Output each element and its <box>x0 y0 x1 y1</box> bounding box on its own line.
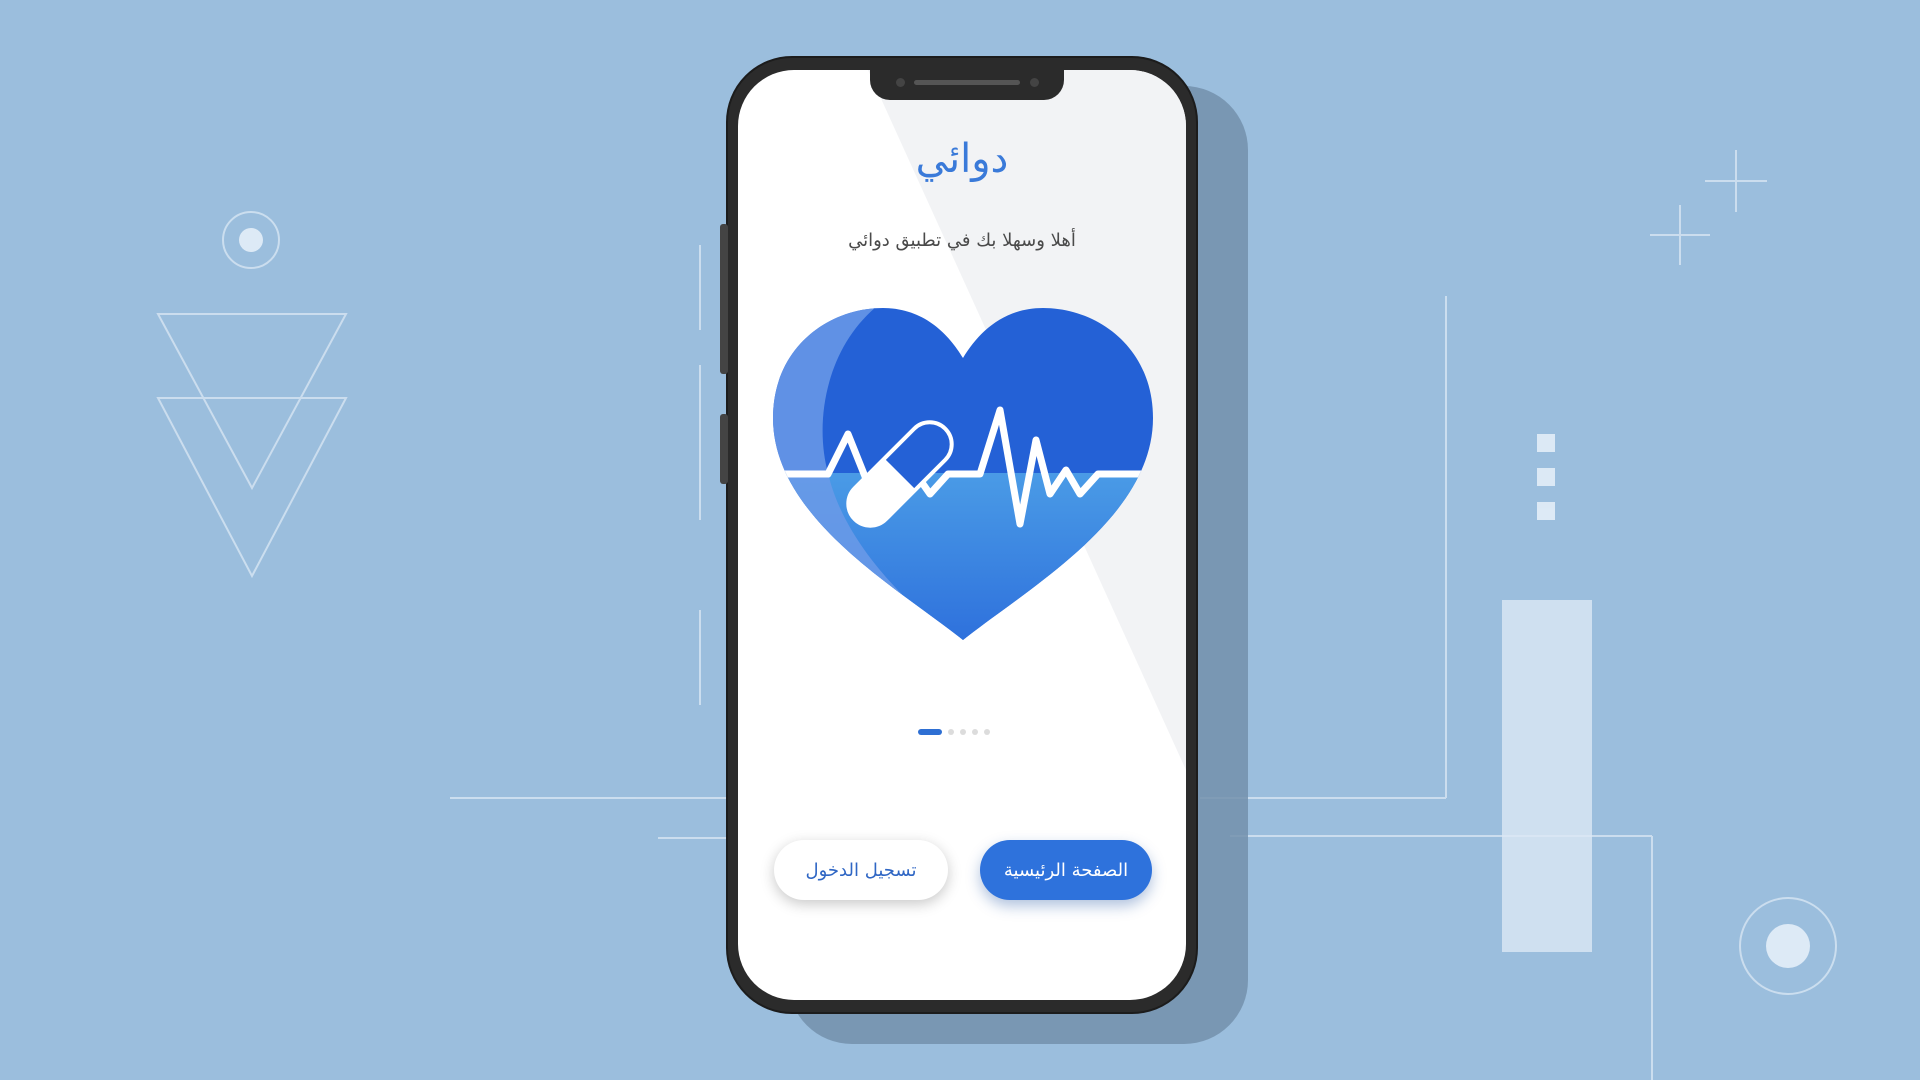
pagination-dot[interactable] <box>948 729 954 735</box>
phone-notch <box>870 70 1064 100</box>
phone-screen: دوائي أهلا وسهلا بك في تطبيق دوائي الصفح… <box>738 70 1186 1000</box>
camera-icon <box>896 78 905 87</box>
pagination-dot[interactable] <box>960 729 966 735</box>
app-title: دوائي <box>915 136 1009 182</box>
phone-side-button <box>720 414 728 484</box>
heart-pulse-pill-icon <box>773 308 1153 640</box>
pagination-dots <box>918 728 990 736</box>
pagination-dot-active[interactable] <box>918 729 942 735</box>
pagination-dot[interactable] <box>984 729 990 735</box>
welcome-text: أهلا وسهلا بك في تطبيق دوائي <box>848 230 1076 251</box>
phone-side-button <box>720 224 728 374</box>
home-page-button[interactable]: الصفحة الرئيسية <box>980 840 1152 900</box>
sensor-icon <box>1030 78 1039 87</box>
phone-frame: دوائي أهلا وسهلا بك في تطبيق دوائي الصفح… <box>720 56 1198 1014</box>
speaker <box>914 80 1020 85</box>
login-button[interactable]: تسجيل الدخول <box>774 840 948 900</box>
pagination-dot[interactable] <box>972 729 978 735</box>
